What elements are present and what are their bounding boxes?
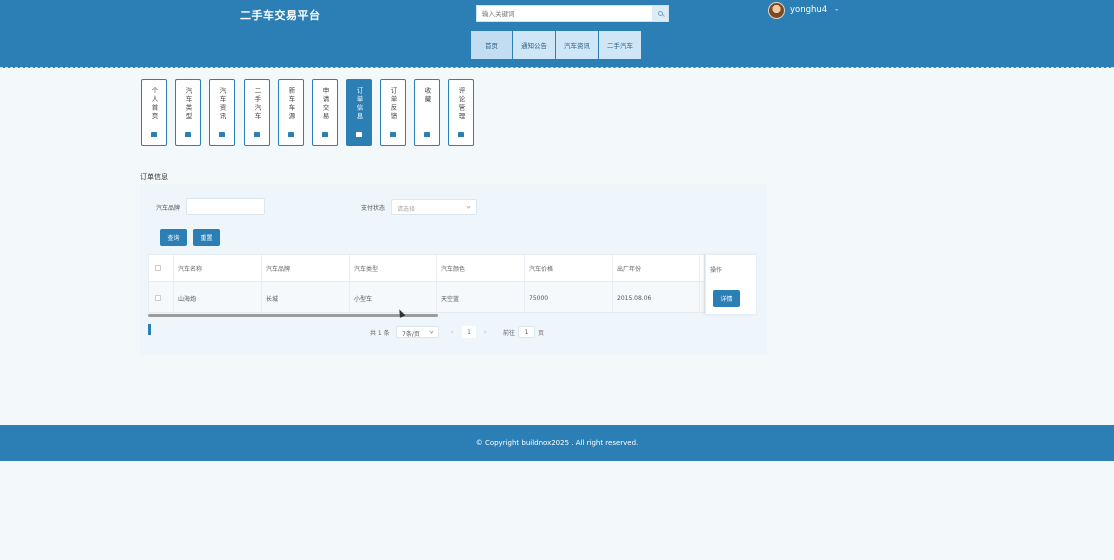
select-all-checkbox[interactable] (155, 265, 161, 271)
search-query-button[interactable]: 查询 (160, 229, 187, 246)
nav-used-cars[interactable]: 二手汽车 (599, 31, 642, 59)
row-checkbox[interactable] (155, 295, 161, 301)
col-header[interactable]: 出厂年份 (613, 255, 700, 281)
prev-page-button[interactable]: ‹ (451, 329, 453, 336)
home-icon (424, 132, 430, 137)
row-select-cell (149, 282, 174, 312)
table-cell: 长城 (262, 282, 350, 312)
username[interactable]: yonghu4 (790, 5, 827, 15)
goto-label: 前往 (503, 330, 516, 337)
search-icon (657, 11, 663, 16)
tile-label: 汽车类型 (184, 87, 192, 121)
next-page-button[interactable]: › (484, 329, 486, 336)
tile-label: 评论管理 (457, 87, 465, 121)
op-header: 操作 (710, 267, 723, 274)
tile-new-car-source[interactable]: 新车车源 (278, 79, 304, 146)
home-icon (219, 132, 225, 137)
car-brand-input[interactable] (186, 198, 265, 215)
user-menu-toggle[interactable]: - (835, 5, 838, 15)
detail-button[interactable]: 详情 (713, 290, 740, 307)
home-icon (356, 132, 362, 137)
copyright-text: © Copyright buildnox2025 . All right res… (475, 439, 639, 447)
table-row[interactable]: 山海炮 长城 小型车 天空蓝 75000 2015.08.06 y (149, 282, 704, 312)
header: 二手车交易平台 yonghu4 - 首页 通知公告 汽车资讯 二手汽车 (0, 0, 1114, 68)
order-table: 汽车名称 汽车品牌 汽车类型 汽车颜色 汽车价格 出厂年份 t 山海炮 长城 小… (148, 254, 705, 313)
home-icon (185, 132, 191, 137)
tile-label: 新车车源 (287, 87, 295, 121)
col-header[interactable]: 汽车颜色 (437, 255, 525, 281)
tile-comments[interactable]: 评论管理 (448, 79, 474, 146)
section-title: 订单信息 (140, 173, 168, 181)
col-header[interactable]: 汽车类型 (350, 255, 437, 281)
home-icon (288, 132, 294, 137)
nav-car-news[interactable]: 汽车资讯 (556, 31, 599, 59)
tile-profile[interactable]: 个人首页 (141, 79, 167, 146)
tile-car-type[interactable]: 汽车类型 (175, 79, 201, 146)
tile-label: 订单反馈 (389, 87, 397, 121)
page-size-value: 7条/页 (402, 331, 420, 338)
col-header[interactable]: 汽车名称 (174, 255, 262, 281)
search-input[interactable] (477, 6, 653, 21)
col-header[interactable]: 汽车价格 (525, 255, 613, 281)
page-size-select[interactable]: 7条/页 (396, 326, 439, 338)
chevron-down-icon (429, 329, 434, 334)
pagination-total: 共 1 条 (370, 330, 390, 337)
search-button[interactable] (652, 6, 668, 21)
nav-notice[interactable]: 通知公告 (513, 31, 556, 59)
operation-column: 操作 详情 (705, 254, 757, 315)
current-page[interactable]: 1 (462, 326, 476, 338)
page-suffix: 页 (538, 330, 545, 337)
horizontal-scrollbar[interactable] (148, 314, 438, 317)
home-icon (458, 132, 464, 137)
home-icon (390, 132, 396, 137)
footer: © Copyright buildnox2025 . All right res… (0, 425, 1114, 461)
tile-apply-trade[interactable]: 申请交易 (312, 79, 338, 146)
search-box (476, 5, 669, 22)
tile-label: 收藏 (423, 87, 431, 104)
tile-car-news[interactable]: 汽车资讯 (209, 79, 235, 146)
home-icon (322, 132, 328, 137)
car-brand-label: 汽车品牌 (156, 205, 181, 212)
reset-button[interactable]: 重置 (193, 229, 220, 246)
tile-label: 申请交易 (321, 87, 329, 121)
tile-label: 个人首页 (150, 87, 158, 121)
pay-status-select[interactable]: 请选择 (391, 199, 477, 215)
chevron-down-icon (466, 204, 471, 209)
tile-label: 汽车资讯 (218, 87, 226, 121)
tile-order-feedback[interactable]: 订单反馈 (380, 79, 406, 146)
tile-favorites[interactable]: 收藏 (414, 79, 440, 146)
home-icon (151, 132, 157, 137)
table-cell: 山海炮 (174, 282, 262, 312)
tile-used-cars[interactable]: 二手汽车 (244, 79, 270, 146)
site-title[interactable]: 二手车交易平台 (240, 7, 321, 23)
goto-page-input[interactable]: 1 (518, 326, 535, 338)
tile-order-info[interactable]: 订单信息 (346, 79, 372, 146)
table-cell: 75000 (525, 282, 613, 312)
pay-status-placeholder: 请选择 (397, 206, 416, 213)
table-cell: 2015.08.06 (613, 282, 700, 312)
scroll-indicator (148, 324, 151, 335)
main-nav: 首页 通知公告 汽车资讯 二手汽车 (471, 31, 642, 59)
table-cell: 小型车 (350, 282, 437, 312)
home-icon (254, 132, 260, 137)
pay-status-label: 支付状态 (361, 205, 386, 212)
tile-label: 订单信息 (355, 87, 363, 121)
table-cell: 天空蓝 (437, 282, 525, 312)
select-all-cell (149, 255, 174, 281)
avatar[interactable] (768, 2, 785, 19)
tile-label: 二手汽车 (253, 87, 261, 121)
col-header[interactable]: 汽车品牌 (262, 255, 350, 281)
table-header: 汽车名称 汽车品牌 汽车类型 汽车颜色 汽车价格 出厂年份 t (149, 255, 704, 282)
nav-home[interactable]: 首页 (471, 31, 513, 59)
